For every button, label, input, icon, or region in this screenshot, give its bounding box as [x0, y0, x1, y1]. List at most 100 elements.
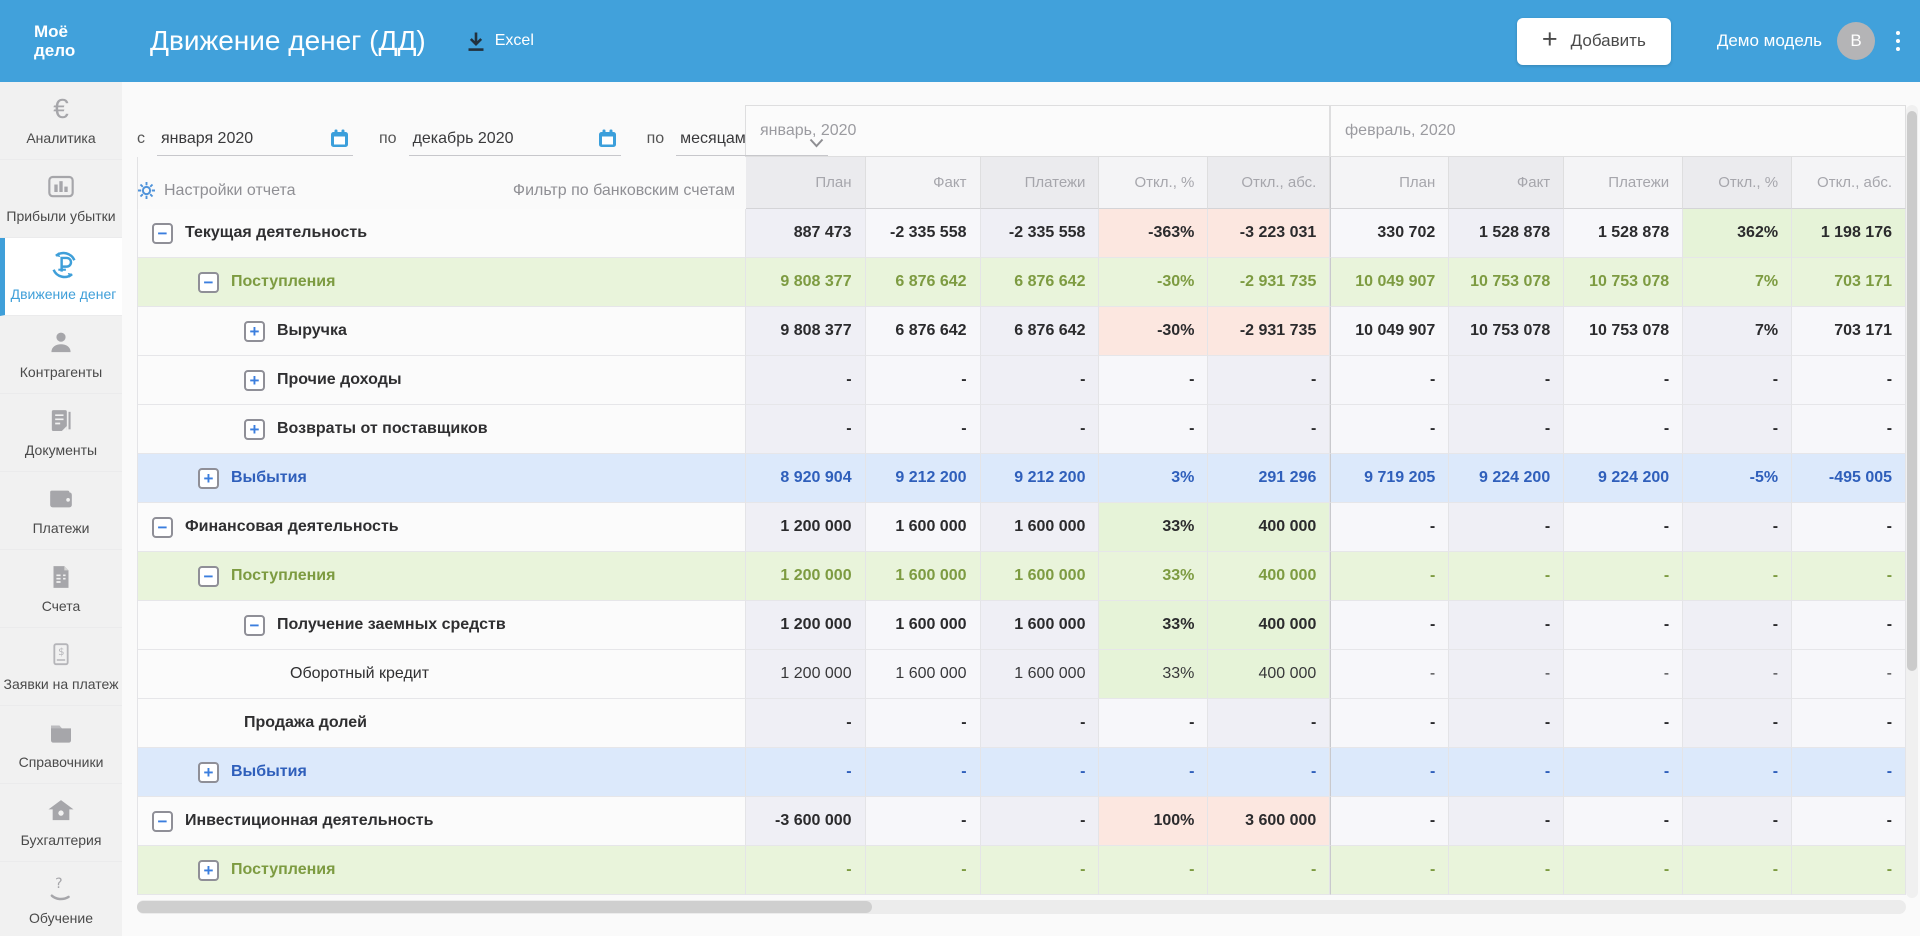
- value-cell: -: [1449, 356, 1564, 405]
- row-label-cell[interactable]: −Получение заемных средств: [138, 601, 746, 650]
- row-label-cell[interactable]: +Возвраты от поставщиков: [138, 405, 746, 454]
- bank-accounts-filter-link[interactable]: Фильтр по банковским счетам: [513, 182, 735, 200]
- row-label: Финансовая деятельность: [185, 518, 399, 536]
- table-row: +Возвраты от поставщиков----------: [137, 405, 1906, 454]
- report-settings-link[interactable]: Настройки отчета: [137, 181, 296, 200]
- table-row: +Выбытия----------: [137, 748, 1906, 797]
- value-cell: 8 920 904: [746, 454, 866, 503]
- value-cell: -: [1792, 503, 1906, 552]
- collapse-icon[interactable]: −: [152, 223, 173, 244]
- table-row: +Прочие доходы----------: [137, 356, 1906, 405]
- row-label-cell[interactable]: +Выбытия: [138, 454, 746, 503]
- add-button[interactable]: + Добавить: [1517, 18, 1671, 65]
- row-label: Поступления: [231, 861, 335, 879]
- value-cell: 9 808 377: [746, 307, 866, 356]
- sidebar-item-cash-flow[interactable]: Движение денег: [0, 238, 122, 316]
- value-cell: -: [1449, 797, 1564, 846]
- value-cell: -: [746, 699, 866, 748]
- row-label-cell[interactable]: Продажа долей: [138, 699, 746, 748]
- directories-icon: [3, 717, 119, 749]
- sidebar-item-analytics[interactable]: € Аналитика: [0, 82, 122, 160]
- value-cell: 1 200 000: [746, 601, 866, 650]
- row-label-cell[interactable]: + Прочие доходы: [138, 356, 746, 405]
- calendar-icon[interactable]: [316, 129, 349, 148]
- row-label-cell[interactable]: +Выручка: [138, 307, 746, 356]
- sidebar-item-invoices[interactable]: Счета: [0, 550, 122, 628]
- excel-export-link[interactable]: Excel: [466, 31, 534, 52]
- expand-icon[interactable]: +: [244, 370, 265, 391]
- sidebar-item-payments[interactable]: Платежи: [0, 472, 122, 550]
- table-row: −Финансовая деятельность1 200 0001 600 0…: [137, 503, 1906, 552]
- row-label-cell[interactable]: + Поступления: [138, 846, 746, 895]
- row-label-cell[interactable]: −Финансовая деятельность: [138, 503, 746, 552]
- row-label-cell[interactable]: +Выбытия: [138, 748, 746, 797]
- value-cell: -: [1792, 846, 1906, 895]
- expand-icon[interactable]: +: [198, 468, 219, 489]
- value-cell: 1 200 000: [746, 503, 866, 552]
- table-row: −Получение заемных средств1 200 0001 600…: [137, 601, 1906, 650]
- calendar-icon[interactable]: [584, 129, 617, 148]
- collapse-icon[interactable]: −: [198, 566, 219, 587]
- cash-flow-icon: [8, 249, 119, 281]
- date-from-input[interactable]: января 2020: [157, 129, 353, 156]
- group-by-select[interactable]: месяцам: [676, 130, 828, 156]
- row-label-cell[interactable]: −Текущая деятельность: [138, 209, 746, 258]
- value-cell: -: [1330, 699, 1449, 748]
- collapse-icon[interactable]: −: [152, 517, 173, 538]
- account-name[interactable]: Демо модель: [1717, 31, 1822, 51]
- sidebar-item-profit-loss[interactable]: Прибыли убытки: [0, 160, 122, 238]
- collapse-icon[interactable]: −: [198, 272, 219, 293]
- kebab-menu-icon[interactable]: [1892, 27, 1904, 55]
- value-cell: -: [1683, 846, 1792, 895]
- avatar[interactable]: В: [1837, 22, 1875, 60]
- expand-icon[interactable]: +: [244, 321, 265, 342]
- contractors-icon: [3, 327, 119, 359]
- row-label-cell[interactable]: −Поступления: [138, 258, 746, 307]
- horizontal-scrollbar-thumb[interactable]: [137, 901, 872, 913]
- value-cell: -: [1330, 748, 1449, 797]
- sidebar-item-documents[interactable]: Документы: [0, 394, 122, 472]
- value-cell: -: [1208, 748, 1330, 797]
- vertical-scrollbar-thumb[interactable]: [1907, 111, 1917, 671]
- column-header-jan-4: Откл., абс.: [1208, 157, 1330, 209]
- row-label-cell[interactable]: −Инвестиционная деятельность: [138, 797, 746, 846]
- value-cell: -: [746, 846, 866, 895]
- expand-icon[interactable]: +: [244, 419, 265, 440]
- column-header-jan-3: Откл., %: [1099, 157, 1208, 209]
- sidebar-item-accounting[interactable]: Бухгалтерия: [0, 784, 122, 862]
- value-cell: 10 753 078: [1564, 307, 1683, 356]
- sidebar-item-payment-requests[interactable]: $ Заявки на платеж: [0, 628, 122, 706]
- row-label-cell[interactable]: −Поступления: [138, 552, 746, 601]
- vertical-scrollbar[interactable]: [1906, 105, 1918, 898]
- value-cell: -: [1683, 356, 1792, 405]
- expand-icon[interactable]: +: [198, 860, 219, 881]
- sidebar-item-training[interactable]: ? Обучение: [0, 862, 122, 936]
- collapse-icon[interactable]: −: [244, 615, 265, 636]
- column-header-jan-2: Платежи: [981, 157, 1100, 209]
- value-cell: 6 876 642: [866, 307, 981, 356]
- value-cell: -: [1564, 503, 1683, 552]
- horizontal-scrollbar[interactable]: [137, 900, 1906, 914]
- value-cell: 1 528 878: [1564, 209, 1683, 258]
- sidebar-item-contractors[interactable]: Контрагенты: [0, 316, 122, 394]
- cash-flow-table: январь, 2020 февраль, 2020 ПланФактПлате…: [137, 105, 1906, 895]
- table-row: +Выбытия8 920 9049 212 2009 212 2003%291…: [137, 454, 1906, 503]
- date-to-input[interactable]: декабрь 2020: [409, 129, 621, 156]
- sidebar-item-directories[interactable]: Справочники: [0, 706, 122, 784]
- value-cell: 9 212 200: [866, 454, 981, 503]
- value-cell: -: [1099, 356, 1208, 405]
- row-label: Прочие доходы: [277, 371, 402, 389]
- gear-icon: [137, 181, 156, 200]
- download-icon: [466, 31, 486, 52]
- column-header-feb-4: Откл., абс.: [1792, 157, 1906, 209]
- expand-icon[interactable]: +: [198, 762, 219, 783]
- value-cell: 1 600 000: [981, 650, 1100, 699]
- moe-delo-logo[interactable]: Моё дело: [34, 22, 108, 60]
- value-cell: -: [1792, 405, 1906, 454]
- table-row: −Поступления9 808 3776 876 6426 876 642-…: [137, 258, 1906, 307]
- column-header-jan-0: План: [746, 157, 866, 209]
- value-cell: -: [866, 356, 981, 405]
- period-filter-row: с января 2020 по декабрь 2020 по месяцам: [137, 120, 828, 156]
- collapse-icon[interactable]: −: [152, 811, 173, 832]
- row-label-cell[interactable]: Оборотный кредит: [138, 650, 746, 699]
